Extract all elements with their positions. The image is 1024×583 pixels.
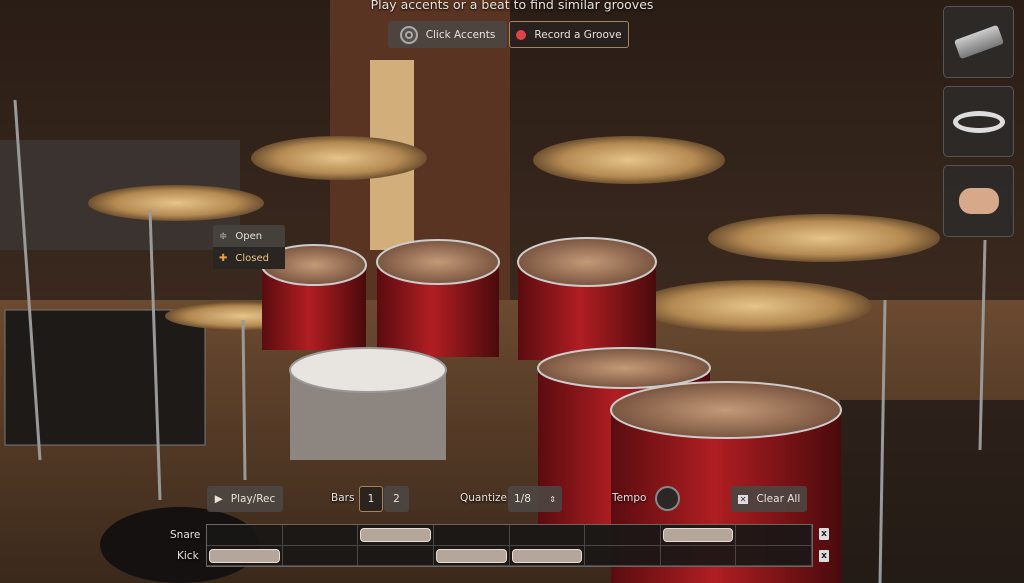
- note-kick[interactable]: [209, 548, 280, 563]
- updown-icon: ⇕: [549, 494, 556, 504]
- bars-1-button[interactable]: 1: [359, 486, 383, 512]
- ezd-device-icon: [953, 24, 1004, 60]
- quantize-label: Quantize: [460, 492, 508, 504]
- click-accents-button[interactable]: Click Accents: [388, 21, 507, 48]
- row-label-snare: Snare: [170, 529, 201, 541]
- closed-label: Closed: [235, 252, 269, 264]
- groove-grid[interactable]: [206, 524, 813, 567]
- hihat-closed-icon: ✚: [219, 252, 228, 264]
- bars-label: Bars: [331, 492, 355, 504]
- play-icon: ▶: [214, 493, 223, 505]
- quantize-select[interactable]: 1/8 ⇕: [508, 486, 562, 512]
- grid-cell[interactable]: [207, 525, 283, 546]
- record-icon: [516, 29, 527, 40]
- note-snare[interactable]: [662, 528, 734, 542]
- open-label: Open: [235, 230, 263, 242]
- note-kick[interactable]: [435, 548, 507, 563]
- grid-cell[interactable]: [736, 525, 812, 546]
- grid-cell[interactable]: [585, 525, 661, 546]
- play-rec-label: Play/Rec: [230, 493, 276, 505]
- hihat-closed-option[interactable]: ✚ Closed: [213, 247, 285, 269]
- clear-snare-row-icon[interactable]: x: [819, 528, 829, 540]
- record-groove-button[interactable]: Record a Groove: [509, 21, 629, 48]
- click-accents-label: Click Accents: [425, 28, 496, 41]
- tambourine-icon: [952, 110, 1005, 133]
- record-groove-label: Record a Groove: [534, 28, 622, 41]
- ezd-device-button[interactable]: [943, 6, 1014, 78]
- hihat-popup: ≑ Open ✚ Closed: [213, 225, 285, 269]
- hint-text: Play accents or a beat to find similar g…: [370, 0, 654, 12]
- row-label-kick: Kick: [177, 550, 199, 562]
- hihat-open-option[interactable]: ≑ Open: [213, 225, 285, 247]
- grid-cell[interactable]: [585, 545, 661, 566]
- grid-cell[interactable]: [736, 545, 812, 566]
- tempo-label: Tempo: [612, 492, 647, 504]
- hand-clap-icon: [958, 188, 999, 214]
- play-rec-button[interactable]: ▶ Play/Rec: [207, 486, 283, 512]
- tap-icon: [399, 25, 418, 44]
- hihat-open-icon: ≑: [219, 230, 228, 242]
- grid-cell[interactable]: [509, 525, 586, 546]
- clear-all-button[interactable]: ✕ Clear All: [731, 486, 807, 512]
- tempo-knob[interactable]: [655, 486, 680, 511]
- note-snare[interactable]: [360, 528, 431, 542]
- quantize-value: 1/8: [514, 493, 531, 505]
- grid-cell[interactable]: [358, 545, 434, 566]
- bars-2-button[interactable]: 2: [384, 486, 409, 512]
- grid-cell[interactable]: [433, 525, 510, 546]
- grid-cell[interactable]: [282, 545, 359, 566]
- trash-icon: ✕: [737, 494, 749, 504]
- tambourine-button[interactable]: [943, 86, 1014, 157]
- hand-clap-button[interactable]: [943, 165, 1014, 237]
- grid-cell[interactable]: [282, 525, 359, 546]
- note-kick[interactable]: [511, 548, 583, 563]
- clear-all-label: Clear All: [756, 493, 801, 505]
- grid-cell[interactable]: [660, 545, 737, 566]
- clear-kick-row-icon[interactable]: x: [819, 550, 829, 562]
